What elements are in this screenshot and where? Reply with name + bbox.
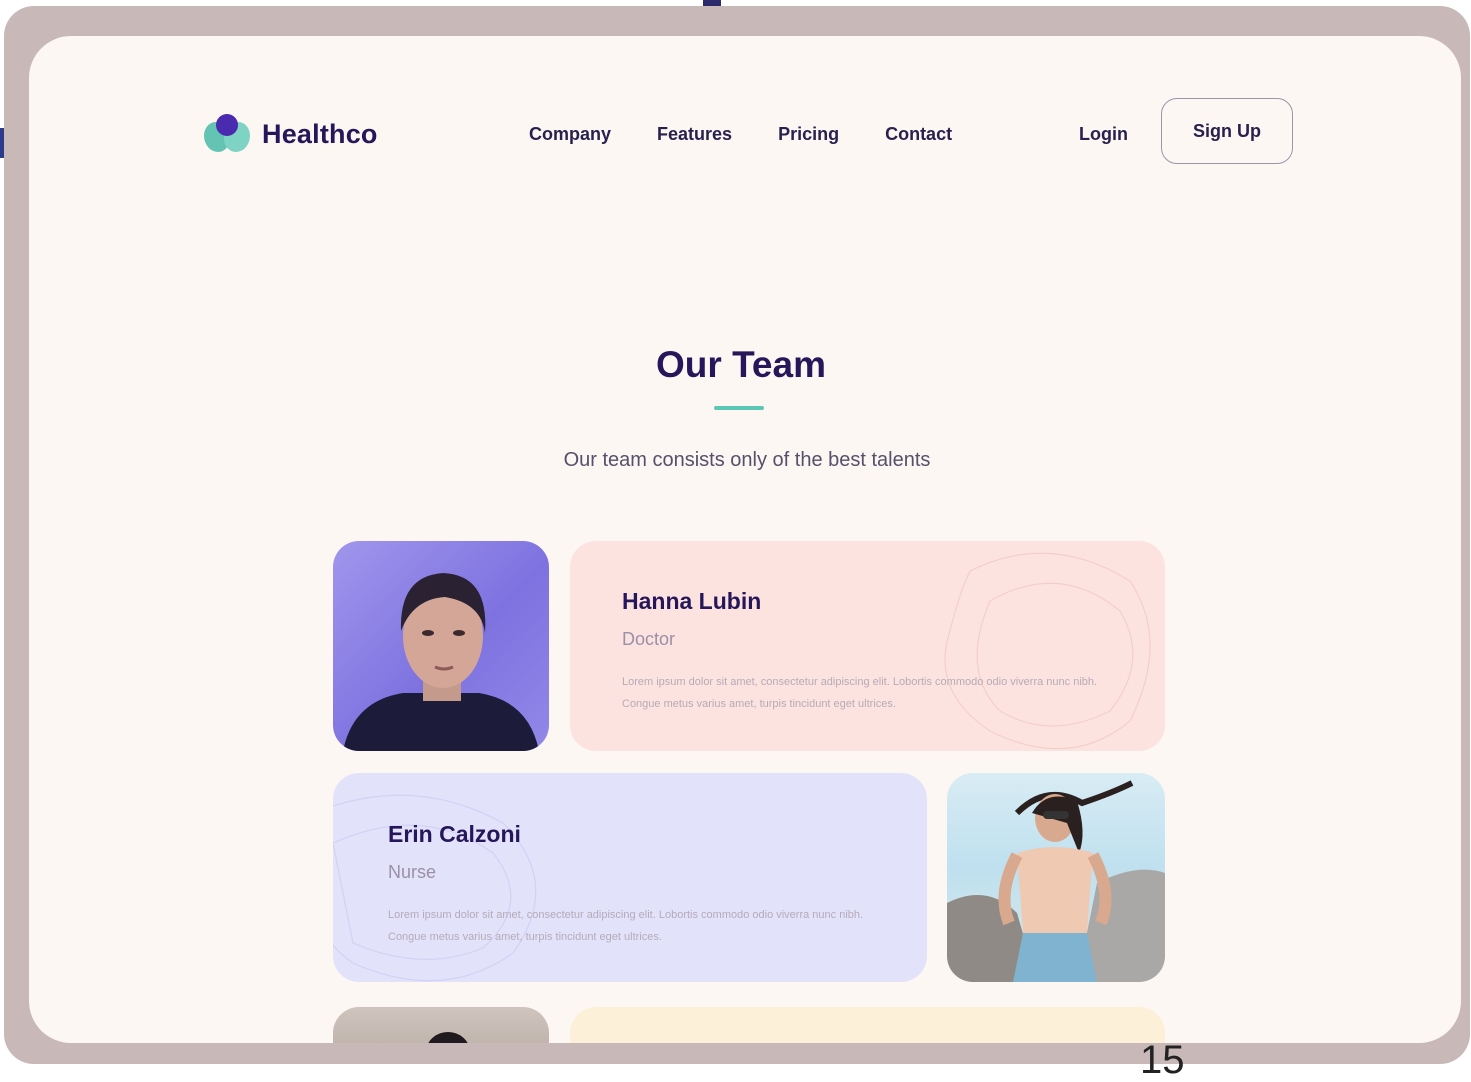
team-card-hanna: Hanna Lubin Doctor Lorem ipsum dolor sit… (570, 541, 1165, 751)
member-role: Doctor (622, 629, 676, 649)
healthco-logo-icon (204, 114, 250, 154)
team-photo-third (333, 1007, 549, 1043)
member-name: Erin Calzoni (388, 821, 521, 847)
portrait-image (428, 1032, 468, 1043)
page-number: 15 (1140, 1038, 1185, 1082)
member-description: Lorem ipsum dolor sit amet, consectetur … (388, 909, 864, 943)
nav-item-features[interactable]: Features (657, 124, 732, 145)
brand-logo[interactable]: Healthco (204, 114, 378, 154)
team-card-erin: Erin Calzoni Nurse Lorem ipsum dolor sit… (333, 773, 927, 982)
team-photo-erin (947, 773, 1165, 982)
outdoor-portrait-image (947, 780, 1165, 982)
brand-name: Healthco (262, 118, 378, 149)
website-screen: Healthco Company Features Pricing Contac… (29, 36, 1461, 1043)
nav-item-pricing[interactable]: Pricing (778, 124, 839, 145)
section-subtitle: Our team consists only of the best talen… (563, 449, 931, 471)
section-title: Our Team (656, 344, 826, 385)
member-description: Lorem ipsum dolor sit amet, consectetur … (622, 676, 1098, 710)
portrait-image (343, 573, 539, 751)
main-nav: Company Features Pricing Contact (529, 124, 952, 145)
card-decoration (944, 552, 1151, 750)
team-photo-hanna (333, 541, 549, 751)
title-underline (714, 406, 764, 410)
login-link[interactable]: Login (1079, 124, 1128, 145)
nav-item-contact[interactable]: Contact (885, 124, 952, 145)
device-frame: Healthco Company Features Pricing Contac… (4, 6, 1470, 1064)
nav-item-company[interactable]: Company (529, 124, 611, 145)
team-card-third (570, 1007, 1165, 1043)
member-role: Nurse (388, 862, 437, 882)
sign-up-button[interactable]: Sign Up (1161, 98, 1293, 164)
card-decoration (333, 794, 537, 982)
member-name: Hanna Lubin (622, 588, 762, 614)
